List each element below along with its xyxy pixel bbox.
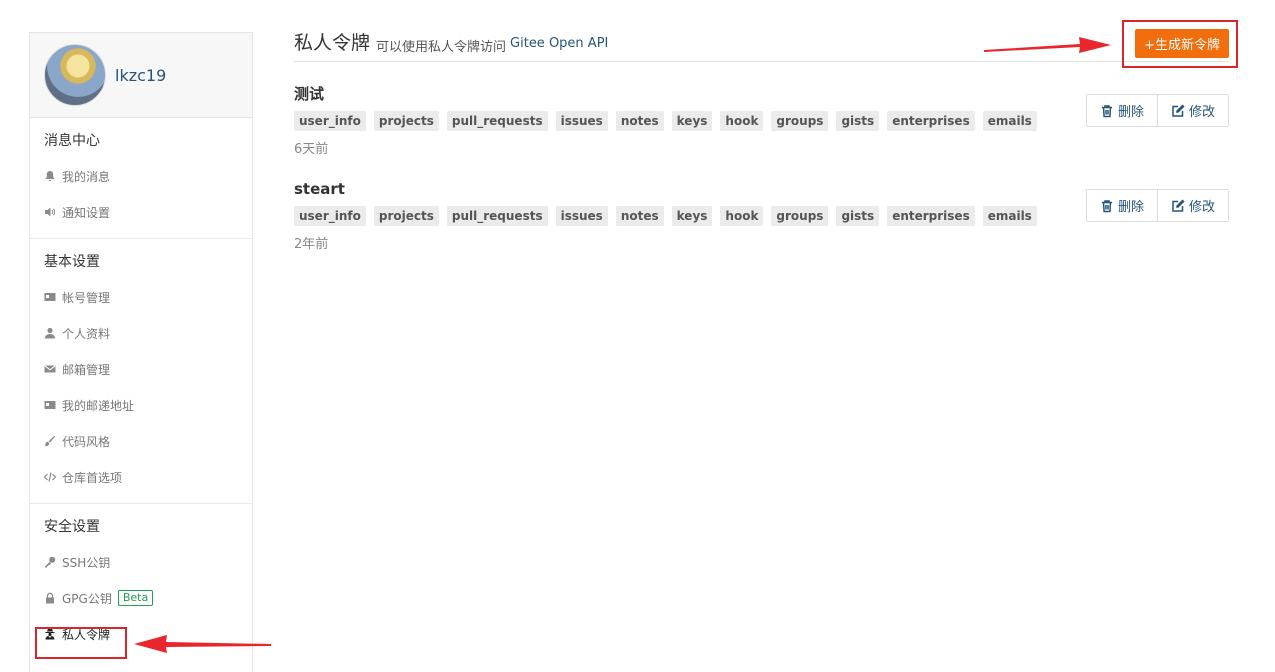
token-time: 2年前 [294,237,329,252]
token-actions: 删除 修改 [1085,94,1229,127]
scope-tag: pull_requests [446,111,548,131]
scope-tag: pull_requests [446,206,548,226]
scope-tag: enterprises [887,111,975,131]
sidebar-item-notification-settings[interactable]: 通知设置 [30,194,252,230]
token-time: 6天前 [294,142,329,157]
scope-tag: emails [982,206,1037,226]
scope-tag: gists [836,111,880,131]
scope-tag: issues [555,206,608,226]
sidebar-item-label: SSH公钥 [62,555,111,570]
token-actions: 删除 修改 [1085,189,1229,222]
generate-token-button[interactable]: +生成新令牌 [1135,29,1229,58]
bell-icon [44,170,56,182]
scope-tag: groups [771,111,829,131]
sidebar-item-label: 个人资料 [62,326,111,341]
avatar[interactable] [44,44,106,106]
scope-tag: emails [982,111,1037,131]
envelope-icon [44,363,56,375]
sidebar-item-label: 我的邮递地址 [62,398,135,413]
scope-tag: keys [671,206,713,226]
sidebar-item-profile[interactable]: 个人资料 [30,315,252,351]
sidebar-item-label: 私人令牌 [62,627,111,642]
user-secret-icon [44,628,56,640]
section-messages: 消息中心 我的消息 通知设置 [30,118,252,239]
lock-icon [44,592,56,604]
sidebar-item-my-messages[interactable]: 我的消息 [30,158,252,194]
sidebar-item-private-tokens[interactable]: 私人令牌 [30,616,252,652]
sidebar-item-code-style[interactable]: 代码风格 [30,423,252,459]
sidebar-item-repo-preferences[interactable]: 仓库首选项 [30,459,252,495]
settings-sidebar: lkzc19 消息中心 我的消息 通知设置 基本设置 帐号管理 个人资料 邮箱管… [29,32,253,672]
beta-badge: Beta [117,590,154,606]
sidebar-item-label: 我的消息 [62,169,111,184]
delete-label: 删除 [1117,200,1144,215]
gitee-open-api-link[interactable]: Gitee Open API [510,36,608,51]
scope-tag: hook [720,111,764,131]
code-icon [44,471,56,483]
section-title: 消息中心 [44,133,100,149]
scope-tag: groups [771,206,829,226]
key-icon [44,556,56,568]
scope-tag: gists [836,206,880,226]
delete-label: 删除 [1117,105,1144,120]
token-item: 测试 user_info projects pull_requests issu… [294,84,1229,157]
scope-tag: keys [671,111,713,131]
page-header: 私人令牌 可以使用私人令牌访问 Gitee Open API [294,28,1229,62]
edit-label: 修改 [1188,105,1215,120]
scope-tag: user_info [294,206,366,226]
username-link[interactable]: lkzc19 [115,66,166,85]
delete-token-button[interactable]: 删除 [1086,95,1157,126]
scope-tag: issues [555,111,608,131]
scope-tag: projects [373,206,439,226]
scope-tag: projects [373,111,439,131]
sidebar-item-account[interactable]: 帐号管理 [30,279,252,315]
section-title: 安全设置 [44,519,100,535]
brush-icon [44,435,56,447]
edit-icon [1172,198,1185,212]
sidebar-item-label: 仓库首选项 [62,470,123,485]
section-title: 基本设置 [44,254,100,270]
volume-icon [44,206,56,218]
sidebar-item-label: 邮箱管理 [62,362,111,377]
scope-tag: notes [615,206,664,226]
sidebar-item-email[interactable]: 邮箱管理 [30,351,252,387]
scope-tag: hook [720,206,764,226]
trash-icon [1101,104,1112,117]
edit-icon [1172,103,1185,117]
page-title: 私人令牌 [294,32,371,54]
sidebar-item-label: 代码风格 [62,434,111,449]
scope-tag: enterprises [887,206,975,226]
sidebar-item-label: 帐号管理 [62,290,111,305]
section-basic-settings: 基本设置 帐号管理 个人资料 邮箱管理 我的邮递地址 代码风格 仓库首选项 [30,239,252,504]
token-item: steart user_info projects pull_requests … [294,179,1229,252]
scope-tag: notes [615,111,664,131]
delete-token-button[interactable]: 删除 [1086,190,1157,221]
edit-label: 修改 [1188,200,1215,215]
sidebar-item-label: GPG公钥 [62,591,112,606]
sidebar-item-label: 通知设置 [62,205,111,220]
id-card-icon [44,291,56,303]
edit-token-button[interactable]: 修改 [1156,190,1228,221]
edit-token-button[interactable]: 修改 [1156,95,1228,126]
address-card-icon [44,399,56,411]
trash-icon [1101,199,1112,212]
profile-card: lkzc19 [30,33,252,118]
sidebar-item-gpg-keys[interactable]: GPG公钥 Beta [30,580,252,616]
sidebar-item-ssh-keys[interactable]: SSH公钥 [30,544,252,580]
user-icon [44,327,56,339]
scope-tag: user_info [294,111,366,131]
sidebar-item-address[interactable]: 我的邮递地址 [30,387,252,423]
page-subtitle: 可以使用私人令牌访问 [376,40,507,55]
section-security-settings: 安全设置 SSH公钥 GPG公钥 Beta 私人令牌 [30,504,252,660]
